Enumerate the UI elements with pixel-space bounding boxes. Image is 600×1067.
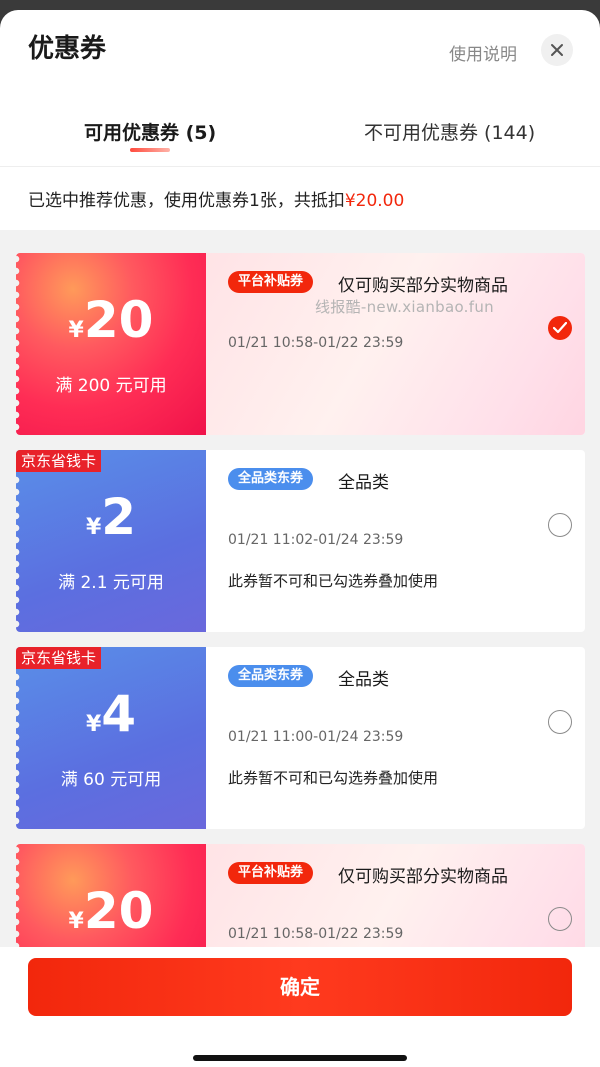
tab-available[interactable]: 可用优惠券 (5) (84, 118, 216, 145)
coupon-title: 全品类 (338, 670, 389, 690)
coupon-source-tag: 京东省钱卡 (16, 450, 102, 472)
summary-text: 已选中推荐优惠，使用优惠券1张，共抵扣 (28, 191, 345, 211)
coupon-value-panel: 京东省钱卡 ¥4 满 60 元可用 (16, 647, 206, 829)
currency-symbol: ¥ (85, 712, 102, 737)
watermark-text: 线报酷-new.xianbao.fun (315, 298, 494, 316)
coupon-select-checkbox[interactable] (548, 907, 572, 931)
tab-unavailable[interactable]: 不可用优惠券 (144) (364, 118, 535, 145)
bottom-action-bar: 确定 (0, 947, 600, 1067)
currency-symbol: ¥ (68, 318, 84, 343)
coupon-value-panel: 京东省钱卡 ¥2 满 2.1 元可用 (16, 450, 206, 632)
coupon-note: 此券暂不可和已勾选券叠加使用 (228, 769, 439, 787)
coupon-amount: 20 (83, 291, 154, 349)
coupon-card[interactable]: 京东省钱卡 ¥4 满 60 元可用 全品类东券 全品类 01/21 11:00-… (16, 647, 585, 829)
coupon-amount: 20 (83, 882, 154, 940)
sheet-header: 优惠券 使用说明 (0, 10, 600, 90)
coupon-value: ¥20 (16, 882, 206, 940)
coupon-source-tag: 京东省钱卡 (16, 647, 102, 669)
coupon-amount: 2 (101, 488, 137, 546)
coupon-sheet: 优惠券 使用说明 可用优惠券 (5) 不可用优惠券 (144) 已选中推荐优惠，… (0, 10, 600, 1067)
coupon-value: ¥4 (16, 685, 206, 743)
coupon-title: 仅可购买部分实物商品 (338, 867, 508, 887)
coupon-condition: 满 200 元可用 (55, 376, 167, 396)
coupon-tabs: 可用优惠券 (5) 不可用优惠券 (144) (0, 110, 600, 166)
coupon-title: 仅可购买部分实物商品 (338, 276, 508, 296)
coupon-validity: 01/21 10:58-01/22 23:59 (228, 926, 404, 942)
coupon-value: ¥20 (16, 291, 206, 349)
coupon-info-panel: 平台补贴券 仅可购买部分实物商品 01/21 10:58-01/22 23:59 (206, 844, 585, 947)
coupon-select-checkbox[interactable] (548, 710, 572, 734)
coupon-amount: 4 (101, 685, 137, 743)
coupon-value: ¥2 (16, 488, 206, 546)
coupon-info-panel: 全品类东券 全品类 01/21 11:02-01/24 23:59 此券暂不可和… (206, 450, 585, 632)
coupon-select-checkbox[interactable] (548, 316, 572, 340)
usage-help-link[interactable]: 使用说明 (449, 40, 517, 65)
divider (0, 166, 600, 167)
page-title: 优惠券 (28, 34, 107, 64)
coupon-card[interactable]: ¥20 平台补贴券 仅可购买部分实物商品 01/21 10:58-01/22 2… (16, 844, 585, 947)
coupon-validity: 01/21 11:00-01/24 23:59 (228, 729, 404, 745)
coupon-type-badge: 平台补贴券 (228, 271, 314, 293)
close-icon (551, 44, 563, 56)
checkmark-icon (553, 322, 567, 334)
coupon-type-badge: 全品类东券 (228, 468, 314, 490)
coupon-note: 此券暂不可和已勾选券叠加使用 (228, 572, 439, 590)
confirm-button[interactable]: 确定 (28, 958, 572, 1016)
summary-amount: ¥20.00 (344, 191, 405, 211)
coupon-condition: 满 60 元可用 (60, 770, 162, 790)
coupon-value-panel: ¥20 满 200 元可用 (16, 253, 206, 435)
coupon-validity: 01/21 10:58-01/22 23:59 (228, 335, 404, 351)
tab-active-indicator (130, 148, 170, 152)
coupon-card[interactable]: 京东省钱卡 ¥2 满 2.1 元可用 全品类东券 全品类 01/21 11:02… (16, 450, 585, 632)
coupon-select-checkbox[interactable] (548, 513, 572, 537)
coupon-type-badge: 全品类东券 (228, 665, 314, 687)
close-button[interactable] (541, 34, 573, 66)
selection-summary: 已选中推荐优惠，使用优惠券1张，共抵扣¥20.00 (28, 186, 404, 211)
coupon-title: 全品类 (338, 473, 389, 493)
coupon-card[interactable]: ¥20 满 200 元可用 平台补贴券 仅可购买部分实物商品 01/21 10:… (16, 253, 585, 435)
currency-symbol: ¥ (68, 909, 84, 934)
coupon-list[interactable]: ¥20 满 200 元可用 平台补贴券 仅可购买部分实物商品 01/21 10:… (0, 230, 600, 947)
coupon-info-panel: 全品类东券 全品类 01/21 11:00-01/24 23:59 此券暂不可和… (206, 647, 585, 829)
coupon-type-badge: 平台补贴券 (228, 862, 314, 884)
coupon-info-panel: 平台补贴券 仅可购买部分实物商品 01/21 10:58-01/22 23:59 (206, 253, 585, 435)
home-indicator (193, 1055, 407, 1061)
coupon-condition: 满 2.1 元可用 (58, 573, 164, 593)
coupon-value-panel: ¥20 (16, 844, 206, 947)
currency-symbol: ¥ (85, 515, 102, 540)
coupon-validity: 01/21 11:02-01/24 23:59 (228, 532, 404, 548)
